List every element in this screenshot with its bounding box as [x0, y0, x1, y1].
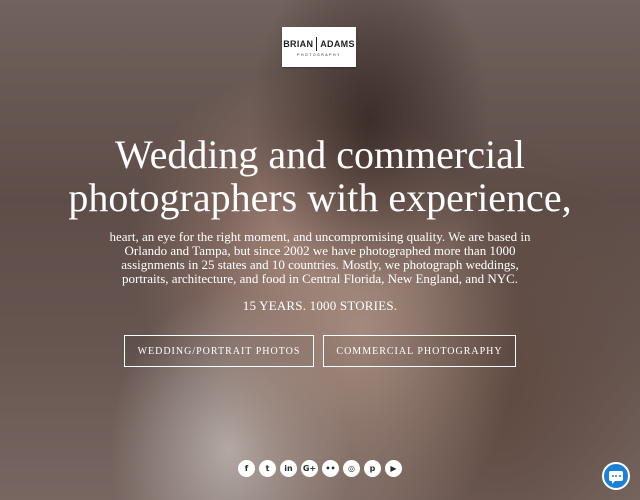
logo-left-text: BRIAN [283, 39, 314, 49]
logo-divider [316, 37, 318, 51]
wedding-portrait-photos-button[interactable]: WEDDING/PORTRAIT PHOTOS [124, 335, 314, 367]
instagram-icon[interactable]: ◎ [343, 460, 360, 477]
commercial-photography-button[interactable]: COMMERCIAL PHOTOGRAPHY [323, 335, 516, 367]
hero-description: heart, an eye for the right moment, and … [109, 229, 531, 286]
headline-line-2: photographers with experience, [68, 175, 572, 220]
google-plus-icon[interactable]: G+ [301, 460, 318, 477]
logo-wordmark: BRIAN ADAMS [283, 37, 355, 51]
social-links: f t in G+ •• ◎ p ▶ [238, 460, 402, 477]
linkedin-icon[interactable]: in [280, 460, 297, 477]
facebook-icon[interactable]: f [238, 460, 255, 477]
twitter-icon[interactable]: t [259, 460, 276, 477]
flickr-icon[interactable]: •• [322, 460, 339, 477]
youtube-icon[interactable]: ▶ [385, 460, 402, 477]
hero-tagline: 15 YEARS. 1000 STORIES. [242, 298, 398, 313]
logo-right-text: ADAMS [320, 39, 355, 49]
logo-subtext: PHOTOGRAPHY [297, 53, 341, 57]
hero-headline: Wedding and commercial photographers wit… [0, 133, 640, 219]
pinterest-icon[interactable]: p [364, 460, 381, 477]
chat-button[interactable] [602, 462, 630, 490]
headline-line-1: Wedding and commercial [115, 132, 525, 177]
chat-icon [609, 471, 623, 484]
brand-logo[interactable]: BRIAN ADAMS PHOTOGRAPHY [282, 27, 356, 67]
